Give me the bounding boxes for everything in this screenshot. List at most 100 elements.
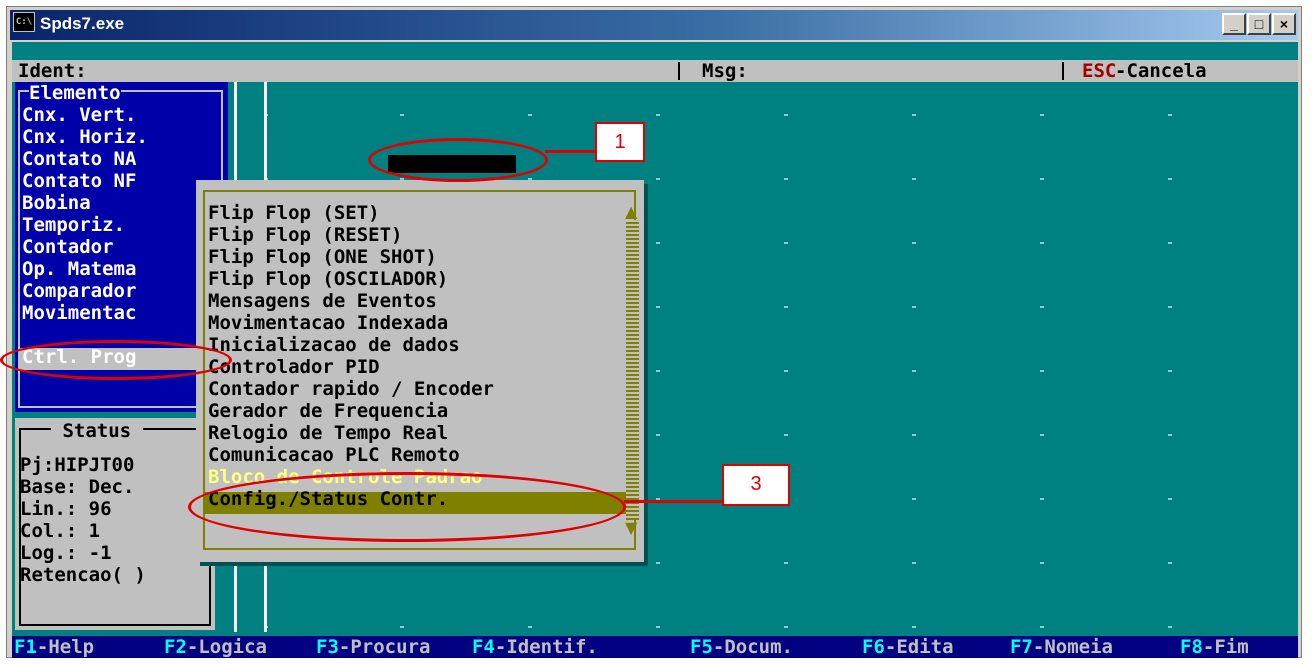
window-title: Spds7.exe	[40, 14, 125, 33]
grid-dot	[1040, 626, 1044, 628]
element-menu-item[interactable]: Contador	[22, 236, 114, 258]
grid-dot	[912, 242, 916, 244]
grid-dot	[912, 114, 916, 116]
element-menu-item[interactable]: Cnx. Horiz.	[22, 126, 148, 148]
function-key-f5[interactable]: F5-Docum.	[690, 636, 793, 658]
popup-menu-item[interactable]: Controlador PID	[208, 356, 380, 378]
function-key-label: -Edita	[884, 636, 954, 658]
grid-dot	[912, 562, 916, 564]
grid-dot	[656, 370, 660, 372]
function-key-f2[interactable]: F2-Logica	[164, 636, 267, 658]
grid-dot	[1168, 498, 1172, 500]
status-panel-title: Status	[51, 420, 143, 442]
popup-menu-item[interactable]: Mensagens de Eventos	[208, 290, 437, 312]
function-key-f1[interactable]: F1-Help	[14, 636, 94, 658]
function-key-code: F8	[1180, 636, 1203, 658]
grid-dot	[784, 178, 788, 180]
grid-dot	[1040, 306, 1044, 308]
minimize-button[interactable]: _	[1222, 13, 1246, 35]
grid-dot	[1168, 242, 1172, 244]
function-key-code: F2	[164, 636, 187, 658]
grid-dot	[400, 114, 404, 116]
console-app-icon[interactable]: C:\	[13, 12, 35, 32]
grid-dot	[912, 498, 916, 500]
grid-dot	[1040, 562, 1044, 564]
top-status-bar: Ident: Msg: ESC -Cancela	[12, 60, 1298, 82]
grid-dot	[528, 562, 532, 564]
function-key-code: F3	[316, 636, 339, 658]
annotation-callout-1: 1	[595, 122, 645, 162]
annotation-line-3	[624, 500, 724, 503]
popup-menu-item[interactable]: Comunicacao PLC Remoto	[208, 444, 460, 466]
grid-dot	[784, 626, 788, 628]
grid-dot	[1168, 626, 1172, 628]
annotation-ellipse-3	[188, 472, 626, 542]
popup-menu-item[interactable]: Inicializacao de dados	[208, 334, 460, 356]
annotation-line-1	[545, 150, 595, 153]
function-key-label: -Fim	[1202, 636, 1249, 658]
esc-key-label[interactable]: ESC	[1082, 60, 1116, 82]
grid-dot	[784, 306, 788, 308]
divider	[1062, 62, 1064, 80]
function-key-code: F6	[862, 636, 885, 658]
function-key-label: -Docum.	[712, 636, 793, 658]
element-menu-item[interactable]: Contato NA	[22, 148, 136, 170]
function-key-label: -Help	[36, 636, 95, 658]
scroll-down-icon[interactable]: ▼	[625, 520, 637, 536]
popup-menu-item[interactable]: Flip Flop (ONE SHOT)	[208, 246, 437, 268]
element-menu-item[interactable]: Comparador	[22, 280, 136, 302]
element-panel-title: Elemento	[29, 82, 121, 104]
annotation-ellipse-1	[368, 138, 548, 182]
popup-menu-item[interactable]: Flip Flop (OSCILADOR)	[208, 268, 448, 290]
grid-dot	[528, 626, 532, 628]
function-key-f6[interactable]: F6-Edita	[862, 636, 954, 658]
maximize-button[interactable]: □	[1247, 13, 1271, 35]
grid-dot	[1040, 178, 1044, 180]
grid-dot	[784, 242, 788, 244]
grid-dot	[656, 626, 660, 628]
grid-dot	[784, 562, 788, 564]
element-menu-item[interactable]: Contato NF	[22, 170, 136, 192]
grid-dot	[656, 242, 660, 244]
close-button[interactable]: ×	[1272, 13, 1296, 35]
element-menu-item[interactable]: Bobina	[22, 192, 91, 214]
grid-dot	[400, 626, 404, 628]
element-menu-item[interactable]: Cnx. Vert.	[22, 104, 136, 126]
annotation-callout-3: 3	[722, 464, 790, 506]
status-line: Retencao( )	[20, 564, 146, 586]
function-key-label: -Nomeia	[1032, 636, 1113, 658]
element-menu-item[interactable]: Temporiz.	[22, 214, 125, 236]
popup-menu-item[interactable]: Movimentacao Indexada	[208, 312, 448, 334]
element-menu-item[interactable]: Op. Matema	[22, 258, 136, 280]
ident-label: Ident:	[18, 60, 87, 82]
grid-dot	[656, 114, 660, 116]
popup-menu-item[interactable]: Contador rapido / Encoder	[208, 378, 494, 400]
grid-dot	[400, 562, 404, 564]
esc-cancel-label[interactable]: -Cancela	[1115, 60, 1207, 82]
function-key-f4[interactable]: F4-Identif.	[472, 636, 598, 658]
element-menu-item[interactable]: Movimentac	[22, 302, 136, 324]
function-key-label: -Logica	[186, 636, 267, 658]
grid-dot	[1040, 242, 1044, 244]
popup-menu-item[interactable]: Flip Flop (RESET)	[208, 224, 402, 246]
popup-menu-item[interactable]: Relogio de Tempo Real	[208, 422, 448, 444]
grid-dot	[1040, 114, 1044, 116]
grid-dot	[784, 370, 788, 372]
popup-menu-item[interactable]: Flip Flop (SET)	[208, 202, 380, 224]
grid-dot	[912, 434, 916, 436]
title-bar[interactable]	[10, 10, 1298, 40]
annotation-ellipse-especiais	[0, 340, 232, 380]
popup-menu-item[interactable]: Gerador de Frequencia	[208, 400, 448, 422]
function-key-f8[interactable]: F8-Fim	[1180, 636, 1249, 658]
function-key-f7[interactable]: F7-Nomeia	[1010, 636, 1113, 658]
popup-scrollbar[interactable]	[626, 220, 639, 520]
status-line: Base: Dec.	[20, 476, 135, 498]
status-line: Col.: 1	[20, 520, 101, 542]
scroll-up-icon[interactable]: ▲	[625, 204, 637, 220]
function-key-f3[interactable]: F3-Procura	[316, 636, 430, 658]
grid-dot	[656, 562, 660, 564]
grid-dot	[1168, 178, 1172, 180]
status-line: Pj:HIPJT00	[20, 454, 135, 476]
status-line: Lin.: 96	[20, 498, 112, 520]
function-key-code: F4	[472, 636, 495, 658]
